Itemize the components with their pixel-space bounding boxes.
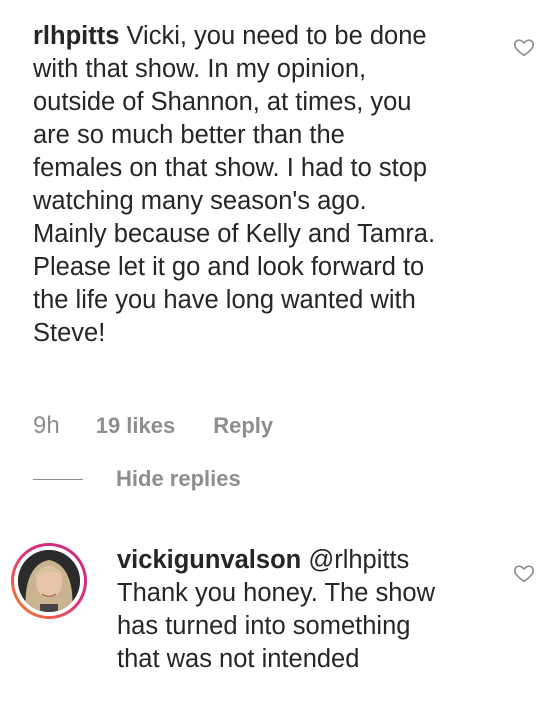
reply-mention[interactable]: @rlhpitts — [301, 546, 409, 574]
avatar-border — [14, 546, 84, 616]
comment-line: Please let it go and look forward to — [33, 253, 425, 281]
comment-line: are so much better than the — [33, 121, 345, 149]
hide-replies-button[interactable]: Hide replies — [33, 466, 241, 492]
reply-button[interactable]: Reply — [213, 413, 273, 439]
comment-line: the life you have long wanted with — [33, 286, 416, 314]
comment-line: watching many season's ago. — [33, 187, 367, 215]
avatar[interactable] — [11, 543, 87, 619]
comment-line: with that show. In my opinion, — [33, 55, 367, 83]
avatar-photo — [18, 550, 80, 612]
comment-text: rlhpitts Vicki, you need to be done with … — [33, 20, 503, 350]
comment-line: Mainly because of Kelly and Tamra. — [33, 220, 436, 248]
reply-line: Thank you honey. The show — [117, 579, 436, 607]
comment-line: outside of Shannon, at times, you — [33, 88, 412, 116]
comment-likes-count[interactable]: 19 likes — [96, 413, 176, 439]
comment-username[interactable]: rlhpitts — [33, 22, 119, 50]
reply-line: that was not intended — [117, 645, 360, 673]
comment-line: females on that show. I had to stop — [33, 154, 428, 182]
reply-username[interactable]: vickigunvalson — [117, 546, 301, 574]
hide-replies-label: Hide replies — [116, 466, 241, 491]
divider-line — [33, 478, 83, 480]
heart-outline-icon[interactable] — [513, 562, 535, 584]
reply-text: vickigunvalson @rlhpitts Thank you honey.… — [117, 544, 497, 676]
comment-timestamp: 9h — [33, 412, 60, 439]
comment-line: Steve! — [33, 319, 106, 347]
reply-line: has turned into something — [117, 612, 411, 640]
heart-outline-icon[interactable] — [513, 36, 535, 58]
reply-comment: vickigunvalson @rlhpitts Thank you honey.… — [117, 544, 497, 676]
comment: rlhpitts Vicki, you need to be done with … — [33, 20, 503, 350]
comment-line: Vicki, you need to be done — [119, 22, 427, 50]
comment-meta: 9h 19 likes Reply — [33, 412, 273, 440]
